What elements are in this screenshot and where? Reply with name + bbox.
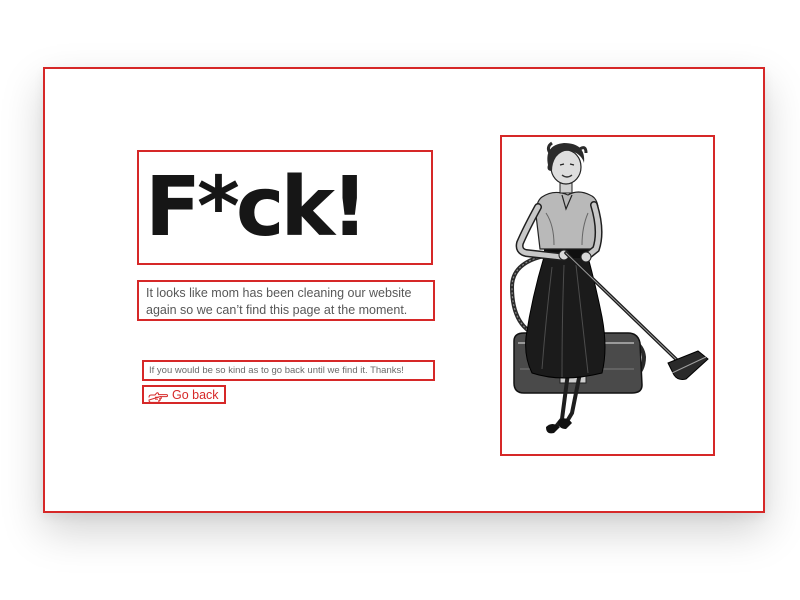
headline-frame: F*ck!: [137, 150, 433, 265]
message-frame: It looks like mom has been cleaning our …: [137, 280, 435, 321]
go-back-label: Go back: [172, 388, 219, 402]
note-frame: If you would be so kind as to go back un…: [142, 360, 435, 381]
go-back-link[interactable]: Go back: [142, 385, 226, 404]
go-back-note: If you would be so kind as to go back un…: [149, 365, 404, 376]
error-card: F*ck! It looks like mom has been cleanin…: [43, 67, 765, 513]
illustration-frame: [500, 135, 715, 456]
error-message: It looks like mom has been cleaning our …: [146, 286, 412, 317]
pointing-hand-icon: [148, 390, 169, 403]
error-headline: F*ck!: [145, 160, 368, 255]
page-stage: F*ck! It looks like mom has been cleanin…: [0, 0, 800, 600]
woman-vacuum-illustration: [509, 141, 709, 434]
